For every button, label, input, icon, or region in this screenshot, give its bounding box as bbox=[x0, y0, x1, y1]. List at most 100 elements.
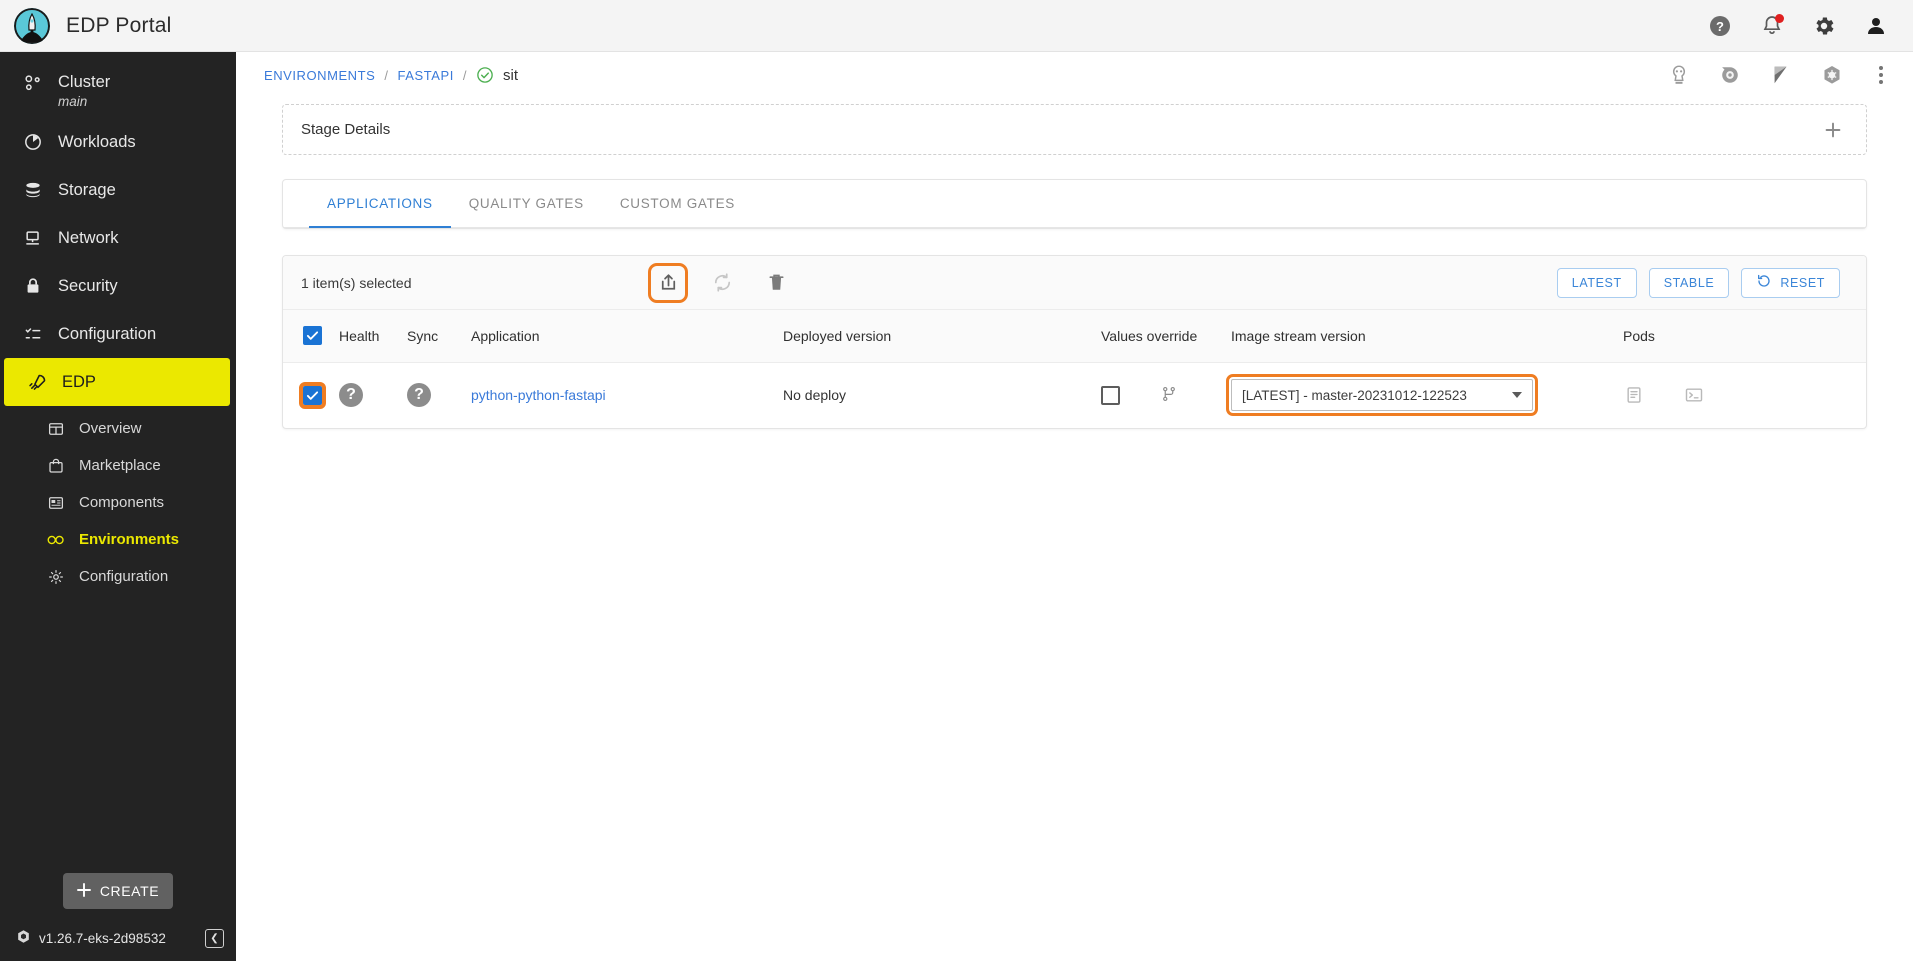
kubernetes-icon[interactable] bbox=[1820, 63, 1844, 87]
sidebar-item-storage[interactable]: Storage bbox=[0, 166, 236, 214]
notifications-icon[interactable] bbox=[1759, 13, 1785, 39]
settings-icon[interactable] bbox=[1811, 13, 1837, 39]
tab-applications[interactable]: APPLICATIONS bbox=[309, 180, 451, 228]
sidebar-item-cluster[interactable]: Cluster main bbox=[0, 66, 236, 118]
tab-quality-gates[interactable]: QUALITY GATES bbox=[451, 180, 602, 227]
sidebar-subnav: Overview Marketplace Components Environm… bbox=[0, 406, 236, 595]
top-bar-icons: ? bbox=[1707, 13, 1889, 39]
logs-icon[interactable] bbox=[1623, 384, 1645, 406]
breadcrumb-item-environments[interactable]: ENVIRONMENTS bbox=[264, 68, 375, 83]
app-root: EDP Portal ? Cluster main Workloads Stor… bbox=[0, 0, 1913, 961]
sidebar-item-overview[interactable]: Overview bbox=[0, 410, 236, 447]
account-icon[interactable] bbox=[1863, 13, 1889, 39]
cell-health: ? bbox=[339, 362, 407, 428]
sidebar-item-label-configuration: Configuration bbox=[58, 324, 157, 343]
page-tool-icons bbox=[1667, 63, 1891, 87]
toolbar-actions bbox=[648, 262, 789, 303]
table-row: ? ? python-python-fastapi No deploy [LAT… bbox=[283, 362, 1866, 428]
storage-icon bbox=[22, 180, 44, 200]
cell-pods bbox=[1623, 362, 1866, 428]
header-image-stream-version: Image stream version bbox=[1231, 310, 1623, 363]
sidebar-footer: CREATE v1.26.7-eks-2d98532 ❮ bbox=[0, 873, 236, 961]
terminal-icon[interactable] bbox=[1683, 384, 1705, 406]
kibana-icon[interactable] bbox=[1769, 63, 1793, 87]
marketplace-icon bbox=[46, 457, 66, 475]
image-stream-version-value: [LATEST] - master-20231012-122523 bbox=[1242, 387, 1467, 403]
sidebar-subitem-label-marketplace: Marketplace bbox=[79, 457, 161, 474]
sidebar-item-configuration[interactable]: Configuration bbox=[0, 310, 236, 358]
refresh-icon[interactable] bbox=[709, 270, 735, 296]
git-branch-icon[interactable] bbox=[1160, 385, 1178, 406]
argocd-icon[interactable] bbox=[1667, 63, 1691, 87]
table-toolbar: 1 item(s) selected LATEST STABLE RESET bbox=[283, 256, 1866, 310]
svg-text:?: ? bbox=[1716, 19, 1724, 34]
header-sync: Sync bbox=[407, 310, 471, 363]
reset-button-label: RESET bbox=[1780, 275, 1825, 290]
row-select-checkbox[interactable] bbox=[299, 381, 326, 409]
rotate-ccw-icon bbox=[1756, 273, 1772, 292]
tabs-card: APPLICATIONS QUALITY GATES CUSTOM GATES bbox=[282, 179, 1867, 229]
latest-button-label: LATEST bbox=[1571, 275, 1622, 290]
gear-icon bbox=[46, 568, 66, 586]
collapse-sidebar-button[interactable]: ❮ bbox=[205, 928, 224, 948]
sidebar-item-components[interactable]: Components bbox=[0, 484, 236, 521]
sidebar-subitem-label-environments: Environments bbox=[79, 531, 180, 548]
notification-badge bbox=[1775, 13, 1784, 23]
header-pods: Pods bbox=[1623, 310, 1866, 363]
table-body: ? ? python-python-fastapi No deploy [LAT… bbox=[283, 362, 1866, 428]
breadcrumb-separator-2: / bbox=[462, 67, 468, 83]
chevron-down-icon bbox=[1512, 392, 1522, 399]
sidebar-nav: Cluster main Workloads Storage Network S… bbox=[0, 52, 236, 595]
tab-custom-gates[interactable]: CUSTOM GATES bbox=[602, 180, 753, 227]
more-options-icon[interactable] bbox=[1871, 66, 1891, 84]
select-all-checkbox[interactable] bbox=[303, 326, 322, 346]
cell-sync: ? bbox=[407, 362, 471, 428]
latest-button[interactable]: LATEST bbox=[1556, 267, 1637, 298]
application-link[interactable]: python-python-fastapi bbox=[471, 387, 606, 403]
stable-button[interactable]: STABLE bbox=[1648, 267, 1730, 298]
delete-icon[interactable] bbox=[763, 270, 789, 296]
page-content: Stage Details APPLICATIONS QUALITY GATES… bbox=[236, 98, 1913, 429]
sidebar-subitem-label-edp-configuration: Configuration bbox=[79, 568, 169, 585]
sidebar-subitem-label-components: Components bbox=[79, 494, 165, 511]
deploy-icon[interactable] bbox=[648, 262, 689, 303]
header-deployed-version: Deployed version bbox=[783, 310, 1101, 363]
sidebar-item-marketplace[interactable]: Marketplace bbox=[0, 447, 236, 484]
cluster-name: main bbox=[58, 93, 88, 109]
create-button-label: CREATE bbox=[99, 883, 160, 899]
components-icon bbox=[46, 494, 66, 512]
image-stream-version-select[interactable]: [LATEST] - master-20231012-122523 bbox=[1226, 374, 1538, 417]
sidebar-item-label-storage: Storage bbox=[58, 180, 116, 199]
applications-table: Health Sync Application Deployed version… bbox=[283, 310, 1866, 428]
app-title: EDP Portal bbox=[66, 13, 172, 37]
sidebar-item-network[interactable]: Network bbox=[0, 214, 236, 262]
sidebar-item-workloads[interactable]: Workloads bbox=[0, 118, 236, 166]
table-head: Health Sync Application Deployed version… bbox=[283, 310, 1866, 363]
edp-rocket-icon bbox=[26, 372, 48, 393]
rocket-logo-icon bbox=[14, 7, 50, 44]
breadcrumb-item-fastapi[interactable]: FASTAPI bbox=[398, 68, 454, 83]
tab-bar: APPLICATIONS QUALITY GATES CUSTOM GATES bbox=[283, 180, 1866, 228]
breadcrumb-bar: ENVIRONMENTS / FASTAPI / sit bbox=[236, 52, 1913, 98]
create-button[interactable]: CREATE bbox=[63, 873, 173, 909]
sidebar-item-label-network: Network bbox=[58, 228, 119, 247]
plus-icon[interactable] bbox=[1820, 117, 1846, 143]
top-bar: EDP Portal ? bbox=[0, 0, 1913, 52]
sidebar-item-label-security: Security bbox=[58, 276, 118, 295]
sidebar-item-environments[interactable]: Environments bbox=[0, 521, 236, 558]
sidebar-item-security[interactable]: Security bbox=[0, 262, 236, 310]
sidebar-item-label-workloads: Workloads bbox=[58, 132, 136, 151]
cell-application: python-python-fastapi bbox=[471, 362, 783, 428]
values-override-checkbox[interactable] bbox=[1101, 385, 1120, 405]
cell-deployed-version: No deploy bbox=[783, 387, 847, 404]
help-icon[interactable]: ? bbox=[1707, 13, 1733, 39]
version-preset-buttons: LATEST STABLE RESET bbox=[1556, 267, 1840, 298]
reset-button[interactable]: RESET bbox=[1741, 267, 1840, 298]
sidebar-subitem-label-overview: Overview bbox=[79, 420, 142, 437]
sync-status-icon: ? bbox=[407, 383, 431, 408]
grafana-icon[interactable] bbox=[1718, 63, 1742, 87]
stage-details-panel[interactable]: Stage Details bbox=[282, 104, 1867, 155]
sidebar-item-edp-configuration[interactable]: Configuration bbox=[0, 558, 236, 595]
brand[interactable]: EDP Portal bbox=[14, 7, 172, 44]
sidebar-item-edp[interactable]: EDP bbox=[4, 358, 230, 406]
